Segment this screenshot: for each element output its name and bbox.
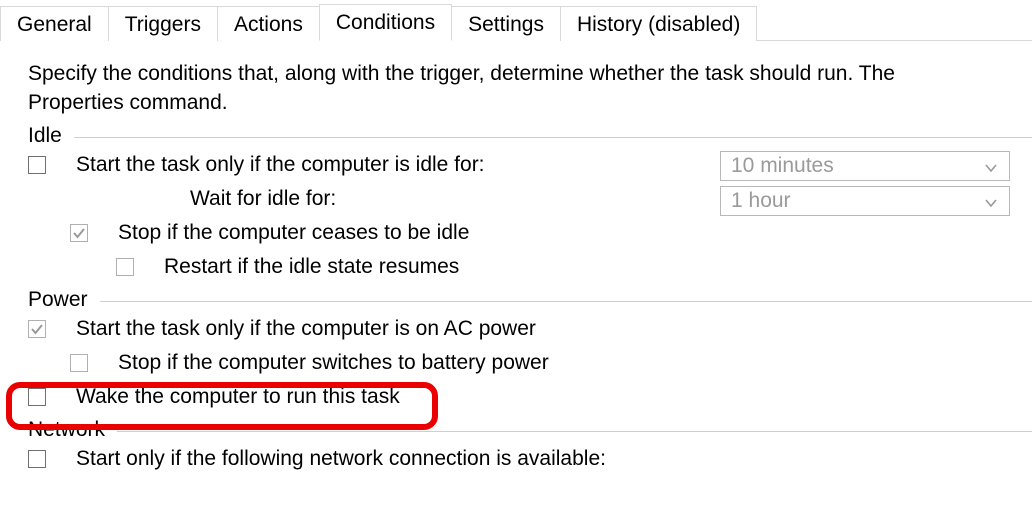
divider bbox=[100, 301, 1032, 302]
combo-wait-for[interactable]: 1 hour bbox=[720, 186, 1010, 216]
combo-idle-for-value: 10 minutes bbox=[731, 154, 834, 178]
chevron-down-icon bbox=[983, 193, 999, 217]
label-start-on-ac: Start the task only if the computer is o… bbox=[76, 317, 536, 341]
tab-conditions[interactable]: Conditions bbox=[319, 4, 452, 41]
label-wake-to-run: Wake the computer to run this task bbox=[76, 385, 400, 409]
section-power-header: Power bbox=[28, 288, 1032, 312]
section-network-title: Network bbox=[28, 418, 117, 442]
intro-text: Specify the conditions that, along with … bbox=[28, 59, 1032, 118]
checkbox-restart-if-idle[interactable] bbox=[116, 258, 134, 276]
section-idle-title: Idle bbox=[28, 124, 74, 148]
label-start-if-idle: Start the task only if the computer is i… bbox=[76, 153, 485, 177]
combo-idle-for[interactable]: 10 minutes bbox=[720, 151, 1010, 181]
tab-label: Conditions bbox=[336, 11, 435, 34]
tab-label: Actions bbox=[234, 13, 303, 36]
tab-label: History (disabled) bbox=[577, 13, 740, 36]
checkbox-start-if-idle[interactable] bbox=[28, 156, 46, 174]
checkbox-wake-to-run[interactable] bbox=[28, 388, 46, 406]
combo-wait-for-value: 1 hour bbox=[731, 189, 791, 213]
tab-strip: General Triggers Actions Conditions Sett… bbox=[0, 0, 1032, 41]
label-stop-on-battery: Stop if the computer switches to battery… bbox=[118, 351, 549, 375]
tab-triggers[interactable]: Triggers bbox=[108, 6, 218, 41]
checkbox-start-on-ac[interactable] bbox=[28, 320, 46, 338]
divider bbox=[74, 137, 1032, 138]
tab-label: Settings bbox=[468, 13, 544, 36]
conditions-pane: Specify the conditions that, along with … bbox=[0, 41, 1032, 476]
chevron-down-icon bbox=[983, 158, 999, 182]
checkbox-stop-if-not-idle[interactable] bbox=[70, 224, 88, 242]
checkbox-stop-on-battery[interactable] bbox=[70, 354, 88, 372]
section-idle-header: Idle bbox=[28, 124, 1032, 148]
divider bbox=[117, 431, 1032, 432]
tab-general[interactable]: General bbox=[0, 6, 109, 41]
label-start-if-network: Start only if the following network conn… bbox=[76, 447, 606, 471]
label-restart-if-idle: Restart if the idle state resumes bbox=[164, 255, 459, 279]
label-stop-if-not-idle: Stop if the computer ceases to be idle bbox=[118, 221, 469, 245]
tab-history[interactable]: History (disabled) bbox=[560, 6, 757, 41]
section-network-header: Network bbox=[28, 418, 1032, 442]
tab-actions[interactable]: Actions bbox=[217, 6, 320, 41]
section-power-title: Power bbox=[28, 288, 100, 312]
tab-label: General bbox=[17, 13, 92, 36]
tab-label: Triggers bbox=[125, 13, 201, 36]
tab-settings[interactable]: Settings bbox=[451, 6, 561, 41]
label-wait-for-idle: Wait for idle for: bbox=[28, 187, 336, 211]
checkbox-start-if-network[interactable] bbox=[28, 450, 46, 468]
